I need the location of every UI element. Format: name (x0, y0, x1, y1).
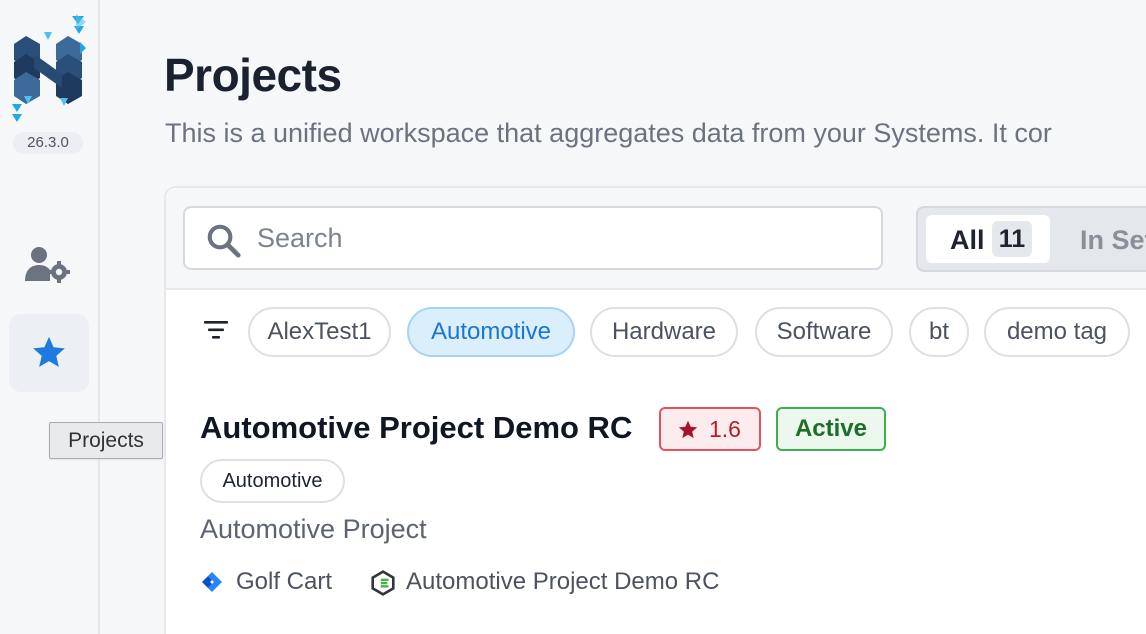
version-badge: 26.3.0 (13, 132, 83, 154)
tag-chip-bt[interactable]: bt (909, 307, 969, 357)
filter-icon[interactable] (204, 319, 230, 341)
app: 26.3.0 Projects Projects This is a unifi… (0, 0, 1146, 634)
tag-chip-alextest1[interactable]: AlexTest1 (248, 307, 391, 357)
rating-value: 1.6 (709, 416, 741, 442)
tag-chip-hardware[interactable]: Hardware (590, 307, 738, 357)
page-title: Projects (164, 49, 342, 101)
projects-tooltip: Projects (49, 422, 163, 459)
toolbar: All 11 In Set (166, 188, 1146, 290)
search-icon (207, 224, 241, 258)
sidebar: 26.3.0 Projects (0, 0, 163, 634)
status-badge: Active (776, 407, 886, 451)
segment-all[interactable]: All 11 (926, 215, 1050, 263)
project-description: Automotive Project (200, 514, 427, 544)
jira-icon (202, 572, 222, 592)
segment-in-set[interactable]: In Set (1080, 225, 1146, 256)
project-link-label: Golf Cart (236, 568, 333, 595)
nav-projects[interactable] (9, 314, 89, 392)
rating-badge: 1.6 (659, 407, 761, 451)
project-link-codebeamer[interactable]: Automotive Project Demo RC (370, 566, 750, 600)
codebeamer-icon (371, 570, 395, 596)
tag-chip-demo-tag[interactable]: demo tag (984, 307, 1130, 357)
user-settings-icon (25, 247, 70, 283)
segment-all-count: 11 (992, 221, 1032, 257)
tag-chip-automotive[interactable]: Automotive (407, 307, 575, 357)
nav-user-settings[interactable] (24, 245, 74, 285)
star-icon (33, 336, 65, 367)
star-icon (678, 420, 698, 439)
project-link-label: Automotive Project Demo RC (406, 568, 720, 595)
search-input[interactable] (257, 218, 857, 258)
project-link-golf-cart[interactable]: Golf Cart (200, 566, 350, 600)
search-box[interactable] (183, 206, 883, 270)
logo[interactable] (10, 14, 88, 126)
segment-all-label: All (950, 225, 985, 255)
scope-segmented-control: All 11 In Set (916, 206, 1146, 272)
tag-chip-software[interactable]: Software (755, 307, 893, 357)
projects-panel: All 11 In Set AlexTest1 Automotive Hardw… (164, 186, 1146, 634)
project-tag[interactable]: Automotive (200, 459, 345, 503)
project-title[interactable]: Automotive Project Demo RC (200, 410, 632, 446)
page-description: This is a unified workspace that aggrega… (165, 118, 1052, 148)
